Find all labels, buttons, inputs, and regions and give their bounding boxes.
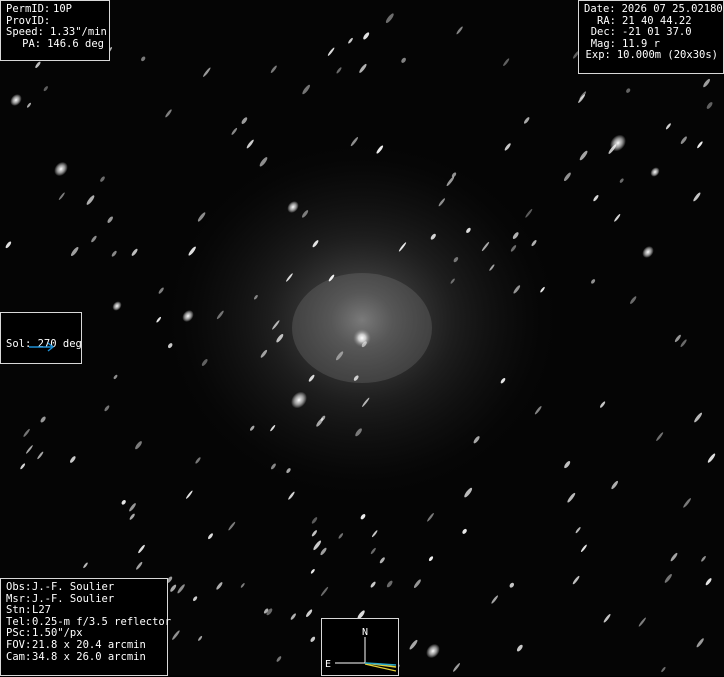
compass-east-label: E <box>325 659 331 670</box>
info-value: 34.8 x 26.0 arcmin <box>32 650 146 663</box>
info-value: 10P <box>53 3 72 15</box>
observation-info-panel: Date: 2026 07 25.02180 RA: 21 40 44.22 Dec: -… <box>578 0 724 74</box>
info-key: FOV: <box>6 638 32 651</box>
compass-rose-icon: N E <box>325 627 397 672</box>
info-row: PA: 146.6 deg <box>6 37 104 51</box>
compass-panel: N E <box>321 618 399 676</box>
info-row: Date: 2026 07 25.02180 <box>584 3 723 16</box>
info-key: Obs: <box>6 581 32 593</box>
info-value: 146.6 deg <box>47 37 104 50</box>
info-row: PermID: 10P <box>6 3 104 16</box>
comet-nucleus <box>353 329 371 347</box>
info-row: Exp: 10.000m (20x30s) <box>584 50 718 62</box>
info-row: FOV: 21.8 x 20.4 arcmin <box>6 638 162 652</box>
compass-north-label: N <box>362 627 368 638</box>
observer-info-panel: Obs: J.-F. Soulier Msr: J.-F. Soulier Stn: L2… <box>0 578 171 676</box>
info-value: J.-F. Soulier <box>32 581 115 593</box>
info-key: PermID: <box>6 3 51 15</box>
info-key: Exp: <box>585 49 611 62</box>
sun-direction-panel: Sol: 270 deg <box>0 312 82 364</box>
info-key: PA: <box>22 37 42 50</box>
object-info-panel: PermID: 10P ProvID: Speed: 1.33"/min PA: 146.6… <box>0 0 110 61</box>
info-value: 10.000m (20x30s) <box>616 49 718 62</box>
info-value: 2026 07 25.02180 <box>621 3 723 15</box>
info-row: Obs: J.-F. Soulier <box>6 581 162 594</box>
info-value: 21.8 x 20.4 arcmin <box>32 638 146 651</box>
comet-star-field-image <box>0 0 724 676</box>
info-key: Cam: <box>6 650 32 663</box>
arrow-right-icon <box>29 342 55 352</box>
info-row: Cam: 34.8 x 26.0 arcmin <box>6 650 162 664</box>
info-key: Date: <box>584 3 616 15</box>
